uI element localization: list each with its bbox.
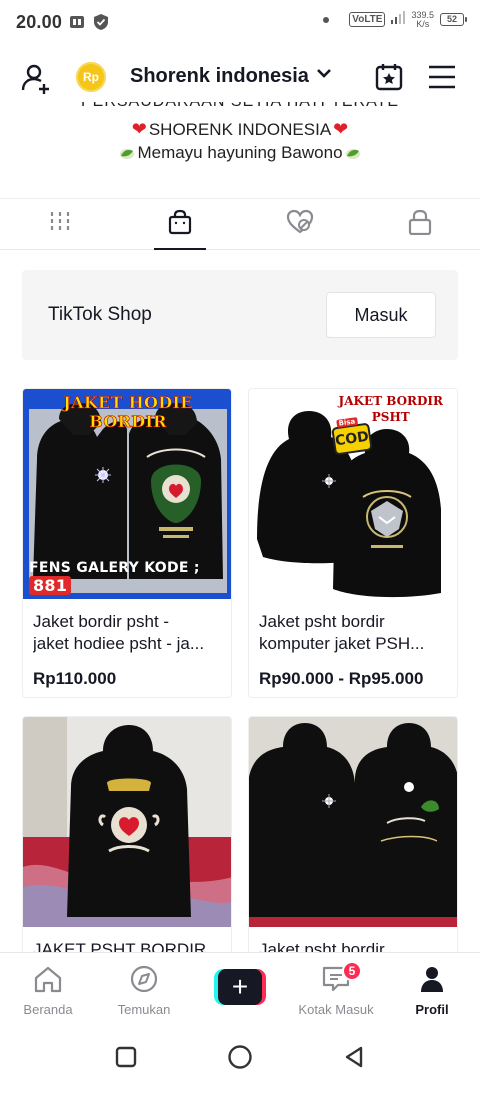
- nav-profile[interactable]: Profil: [384, 953, 480, 1024]
- nav-discover-label: Temukan: [117, 1002, 171, 1017]
- lock-icon: [408, 209, 432, 240]
- signal-icon: [391, 10, 406, 29]
- nav-home-label: Beranda: [23, 1002, 73, 1017]
- home-icon: [33, 965, 63, 998]
- product-card[interactable]: JAKET BORDIR PSHT Bisa COD Jaket psht bo…: [248, 388, 458, 698]
- leaf-icon: [345, 145, 361, 161]
- nav-home[interactable]: Beranda: [0, 953, 96, 1024]
- create-button[interactable]: +: [214, 969, 266, 1005]
- product-image-code: 881: [29, 576, 72, 595]
- profile-name-switcher[interactable]: Shorenk indonesia: [130, 64, 333, 88]
- network-speed: 339.5 K/s: [411, 10, 434, 29]
- profile-header: Rp Shorenk indonesia: [0, 54, 480, 102]
- plus-icon: +: [218, 969, 262, 1005]
- system-navigation: [0, 1024, 480, 1094]
- bottom-navigation: Beranda Temukan + 5 Kotak Masuk Profil: [0, 952, 480, 1024]
- product-image-title: JAKET HODIE BORDIR: [63, 393, 193, 432]
- tiktok-shop-banner: TikTok Shop Masuk: [22, 270, 458, 360]
- tab-private[interactable]: [360, 199, 480, 249]
- back-triangle-icon[interactable]: [342, 1045, 366, 1074]
- bio-line-1-text: SHORENK INDONESIA: [148, 119, 332, 139]
- heart-icon: ❤: [131, 119, 147, 139]
- compass-icon: [129, 965, 159, 998]
- product-title: Jaket bordir psht - jaket hodiee psht - …: [33, 611, 221, 655]
- inbox-badge: 5: [342, 961, 362, 981]
- product-image: [23, 717, 231, 927]
- shield-check-icon: [92, 13, 110, 31]
- product-price: Rp90.000 - Rp95.000: [259, 669, 424, 688]
- speed-unit: K/s: [416, 18, 430, 29]
- battery-icon: 52: [440, 13, 467, 26]
- home-circle-icon[interactable]: [227, 1044, 253, 1075]
- product-image-caption: FENS GALERY KODE ; 881: [29, 560, 231, 595]
- product-image-caption-text: FENS GALERY KODE ;: [29, 560, 200, 576]
- nav-create[interactable]: +: [192, 953, 288, 1024]
- product-card[interactable]: JAKET HODIE BORDIR FENS GALERY KODE ; 88…: [22, 388, 232, 698]
- nav-discover[interactable]: Temukan: [96, 953, 192, 1024]
- profile-icon: [417, 965, 447, 998]
- product-card[interactable]: Jaket psht bordir: [248, 716, 458, 956]
- product-image: [249, 717, 457, 927]
- product-image: JAKET BORDIR PSHT Bisa COD: [249, 389, 457, 599]
- product-title-line-2: komputer jaket PSH...: [259, 634, 425, 653]
- heart-icon: ❤: [333, 119, 349, 139]
- product-title-line-1: Jaket bordir psht -: [33, 612, 170, 631]
- nav-inbox-label: Kotak Masuk: [298, 1002, 374, 1017]
- tab-liked[interactable]: [240, 199, 360, 249]
- profile-tabs: [0, 198, 480, 250]
- notification-dot: [323, 16, 330, 23]
- tab-shop[interactable]: [120, 199, 240, 249]
- product-card[interactable]: JAKET PSHT BORDIR: [22, 716, 232, 956]
- cod-badge-text: COD: [334, 428, 370, 450]
- add-user-icon[interactable]: [20, 62, 54, 96]
- cod-badge-small: Bisa: [336, 417, 358, 428]
- status-time: 20.00: [16, 11, 63, 32]
- heart-hidden-icon: [286, 209, 314, 240]
- chevron-down-icon: [315, 64, 333, 88]
- nav-profile-label: Profil: [415, 1002, 449, 1017]
- tab-videos[interactable]: [0, 199, 120, 249]
- cod-badge: Bisa COD: [331, 417, 373, 456]
- product-title: Jaket psht bordir komputer jaket PSH...: [259, 611, 447, 655]
- profile-name: Shorenk indonesia: [130, 64, 309, 87]
- recents-square-icon[interactable]: [114, 1045, 138, 1074]
- leaf-icon: [119, 145, 135, 161]
- sim-card-icon: [68, 13, 86, 31]
- calendar-icon[interactable]: [374, 62, 404, 92]
- product-price: Rp110.000: [33, 669, 117, 688]
- coin-icon[interactable]: Rp: [76, 62, 106, 92]
- shop-title: TikTok Shop: [48, 304, 152, 325]
- product-image-title-line-1: JAKET BORDIR: [338, 394, 443, 408]
- bio-line-1: ❤ SHORENK INDONESIA ❤: [0, 119, 480, 140]
- bio-line-2-text: Memayu hayuning Bawono: [137, 143, 343, 162]
- product-image: JAKET HODIE BORDIR FENS GALERY KODE ; 88…: [23, 389, 231, 599]
- nav-inbox[interactable]: 5 Kotak Masuk: [288, 953, 384, 1024]
- bio-line-partial-text: PERSAUDARAAN SETIA HATI TERATE: [0, 102, 480, 111]
- shop-login-button[interactable]: Masuk: [326, 292, 436, 338]
- status-bar: 20.00 VoLTE 339.5 K/s 52: [0, 0, 480, 44]
- volte-indicator: VoLTE: [349, 12, 386, 27]
- grid-icon: [48, 210, 72, 239]
- menu-icon[interactable]: [428, 64, 456, 90]
- bio-line-partial: PERSAUDARAAN SETIA HATI TERATE: [0, 102, 480, 114]
- shopping-bag-icon: [167, 209, 193, 240]
- bio-line-2: Memayu hayuning Bawono: [0, 143, 480, 163]
- product-title-line-1: Jaket psht bordir: [259, 612, 385, 631]
- product-title-line-2: jaket hodiee psht - ja...: [33, 634, 205, 653]
